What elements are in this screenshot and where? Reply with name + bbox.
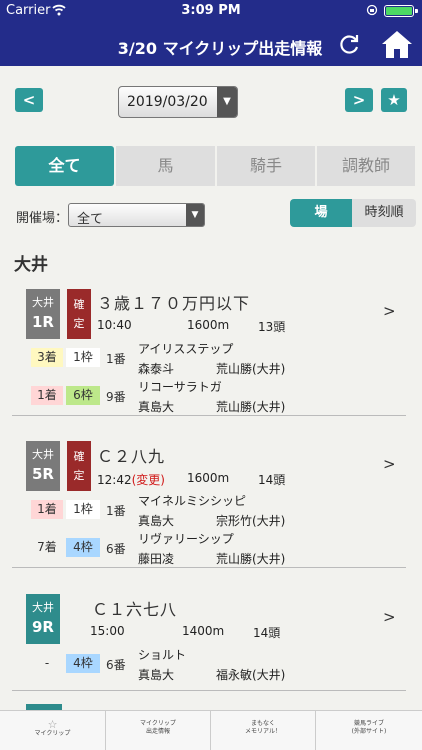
- race-time: 12:42(変更): [97, 473, 165, 487]
- chevron-right-icon: >: [383, 302, 396, 320]
- race-number-badge: 大井 1R: [26, 289, 60, 339]
- page-title: 3/20 マイクリップ出走情報: [117, 39, 323, 58]
- horse-name: リヴァリーシップ: [138, 532, 234, 546]
- tab-jockey[interactable]: 騎手: [217, 146, 315, 186]
- date-select[interactable]: 2019/03/20 ▼: [118, 86, 238, 118]
- race-distance: 1600m: [187, 318, 230, 332]
- sort-by-time-button[interactable]: 時刻順: [352, 199, 416, 227]
- star-outline-icon: ☆: [47, 718, 58, 731]
- finish-position: 3着: [31, 348, 63, 367]
- trainer-name: 宗形竹(大井): [216, 514, 286, 528]
- status-bar: Carrier 3:09 PM: [0, 0, 422, 22]
- race-heads: 13頭: [258, 320, 286, 334]
- horse-number: 6番: [106, 658, 126, 672]
- tab-horse[interactable]: 馬: [116, 146, 215, 186]
- star-button[interactable]: ★: [381, 88, 407, 112]
- horse-name: ショルト: [138, 648, 187, 662]
- race-time: 10:40: [97, 318, 132, 332]
- tab-live[interactable]: 競馬ライブ (外部サイト): [315, 711, 422, 750]
- gate-badge: 4枠: [66, 654, 100, 673]
- trainer-name: 荒山勝(大井): [216, 552, 286, 566]
- finish-position: 1着: [31, 500, 63, 519]
- race-distance: 1600m: [187, 471, 230, 485]
- race-number-badge: 大井 5R: [26, 441, 60, 491]
- tab-all[interactable]: 全て: [15, 146, 114, 186]
- jockey-name: 真島大: [138, 668, 175, 682]
- tab-memorial[interactable]: まもなく メモリアル！: [210, 711, 315, 750]
- gate-badge: 1枠: [66, 348, 100, 367]
- jockey-name: 真島大: [138, 400, 175, 414]
- next-date-button[interactable]: >: [345, 88, 373, 112]
- home-icon[interactable]: [380, 28, 414, 60]
- venue-section-title: 大井: [14, 255, 48, 275]
- app-header: Carrier 3:09 PM 3/20 マイクリップ出走情報: [0, 0, 422, 66]
- race-time: 15:00: [90, 624, 125, 638]
- race-number-badge: 大井 9R: [26, 594, 60, 644]
- horse-number: 9番: [106, 390, 126, 404]
- horse-number: 1番: [106, 352, 126, 366]
- confirmed-badge: 確定: [67, 441, 91, 491]
- chevron-down-icon: ▼: [186, 204, 204, 226]
- horse-name: リコーサラトガ: [138, 380, 222, 394]
- race-name: Ｃ１六七八: [92, 600, 178, 619]
- race-distance: 1400m: [182, 624, 225, 638]
- tab-trainer[interactable]: 調教師: [317, 146, 415, 186]
- trainer-name: 荒山勝(大井): [216, 400, 286, 414]
- race-name: ３歳１７０万円以下: [97, 294, 251, 313]
- date-value: 2019/03/20: [127, 94, 208, 110]
- finish-position: -: [44, 656, 50, 670]
- orientation-lock-icon: [366, 4, 378, 16]
- horse-number: 1番: [106, 504, 126, 518]
- confirmed-badge: 確定: [67, 289, 91, 339]
- jockey-name: 藤田凌: [138, 552, 175, 566]
- chevron-down-icon: ▼: [217, 87, 237, 117]
- race-heads: 14頭: [253, 626, 281, 640]
- divider: [12, 690, 406, 691]
- horse-number: 6番: [106, 542, 126, 556]
- jockey-name: 真島大: [138, 514, 175, 528]
- finish-position: 1着: [31, 386, 63, 405]
- time-changed-label: (変更): [131, 473, 165, 487]
- tab-my-clip[interactable]: ☆ マイクリップ: [0, 711, 105, 750]
- divider: [12, 415, 406, 416]
- jockey-name: 森泰斗: [138, 362, 175, 376]
- venue-filter-label: 開催場：: [16, 211, 69, 226]
- chevron-right-icon: >: [383, 455, 396, 473]
- race-name: Ｃ２八九: [97, 447, 166, 466]
- venue-select-value: 全て: [77, 212, 104, 227]
- horse-name: アイリスステップ: [138, 342, 234, 356]
- gate-badge: 6枠: [66, 386, 100, 405]
- trainer-name: 荒山勝(大井): [216, 362, 286, 376]
- venue-select[interactable]: 全て ▼: [68, 203, 205, 227]
- race-heads: 14頭: [258, 473, 286, 487]
- bottom-tab-bar: ☆ マイクリップ マイクリップ 出走情報 まもなく メモリアル！ 競馬ライブ (…: [0, 710, 422, 750]
- trainer-name: 福永敏(大井): [216, 668, 286, 682]
- divider: [12, 567, 406, 568]
- prev-date-button[interactable]: <: [15, 88, 43, 112]
- status-time: 3:09 PM: [181, 3, 241, 18]
- finish-position: 7着: [37, 540, 57, 554]
- gate-badge: 4枠: [66, 538, 100, 557]
- sort-by-venue-button[interactable]: 場: [290, 199, 352, 227]
- battery-icon: [384, 5, 418, 17]
- gate-badge: 1枠: [66, 500, 100, 519]
- chevron-right-icon: >: [383, 608, 396, 626]
- tab-my-clip-entries[interactable]: マイクリップ 出走情報: [105, 711, 210, 750]
- refresh-icon[interactable]: [336, 32, 362, 58]
- horse-name: マイネルミシシッピ: [138, 494, 247, 508]
